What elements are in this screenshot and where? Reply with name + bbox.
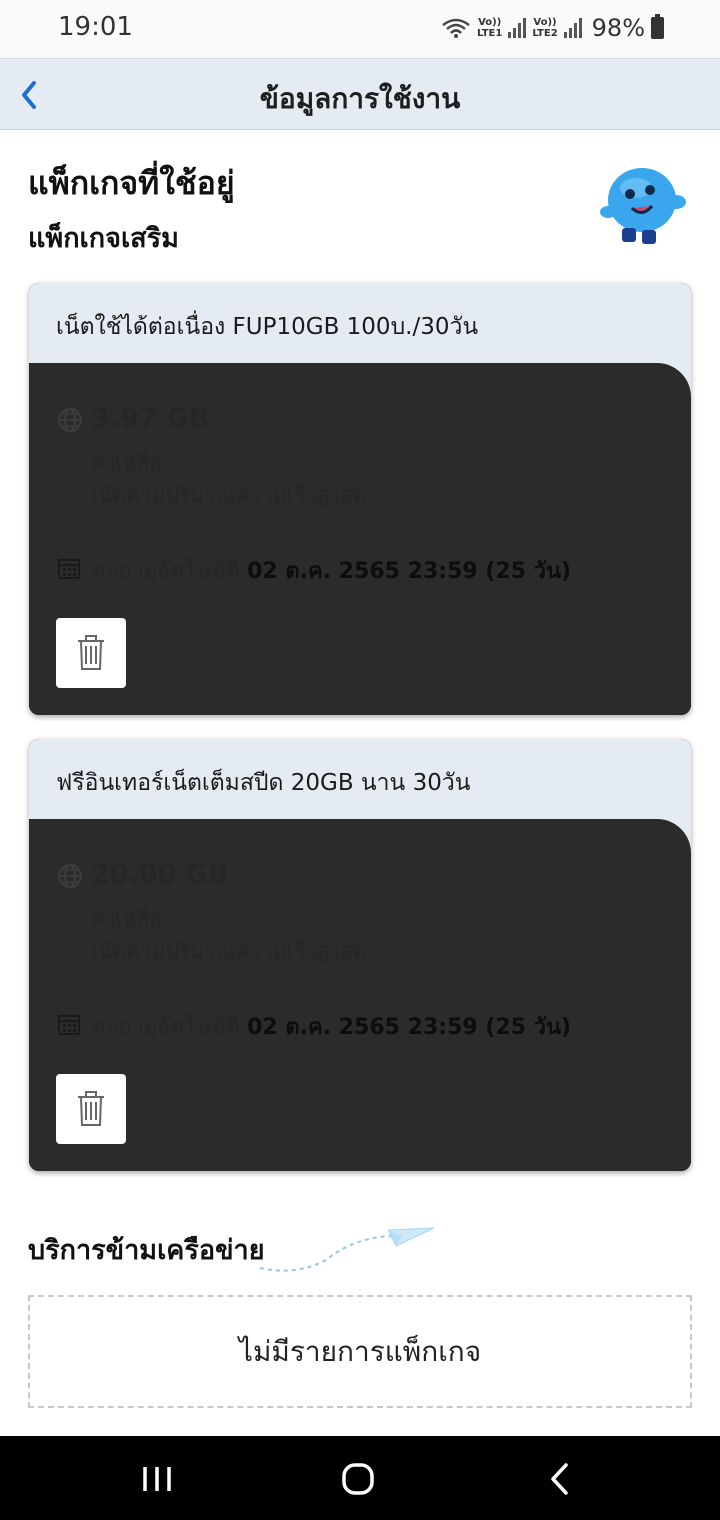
system-nav-bar <box>0 1436 720 1520</box>
sim1-label: Vo)) LTE1 <box>477 17 502 39</box>
globe-icon <box>58 408 82 432</box>
package-title: เน็ตใช้ได้ต่อเนื่อง FUP10GB 100บ./30วัน <box>56 314 479 340</box>
sim2-volte: Vo)) <box>533 17 557 28</box>
package-card-header: เน็ตใช้ได้ต่อเนื่อง FUP10GB 100บ./30วัน <box>29 283 691 363</box>
home-button[interactable] <box>333 1454 383 1504</box>
auto-renew-row: ต่ออายุอัตโนมัติ 02 ต.ค. 2565 23:59 (25 … <box>91 553 571 588</box>
data-remaining-label: คงเหลือ <box>91 907 162 931</box>
sim2-signal-icon <box>563 18 582 38</box>
sim1-volte: Vo)) <box>478 17 502 28</box>
auto-renew-row: ต่ออายุอัตโนมัติ 02 ต.ค. 2565 23:59 (25 … <box>91 1009 571 1044</box>
trash-icon <box>78 635 104 670</box>
paper-plane-icon <box>259 1227 435 1272</box>
trash-icon <box>78 1091 104 1126</box>
page-title: ข้อมูลการใช้งาน <box>259 82 461 115</box>
battery-icon <box>651 14 664 39</box>
auto-renew-date: 02 ต.ค. 2565 23:59 (25 วัน) <box>247 559 572 584</box>
delete-package-button[interactable] <box>56 618 126 688</box>
package-card-body: 3.97 GB คงเหลือ เน็ตตามปริมาณความเร็วสูง… <box>29 363 691 715</box>
sim2-label: Vo)) LTE2 <box>532 17 557 39</box>
auto-renew-label: ต่ออายุอัตโนมัติ <box>91 559 241 584</box>
app-header: ข้อมูลการใช้งาน <box>0 58 720 130</box>
data-description: เน็ตตามปริมาณความเร็วสูงสุด <box>91 939 367 963</box>
auto-renew-label: ต่ออายุอัตโนมัติ <box>91 1015 241 1040</box>
empty-message: ไม่มีรายการแพ็กเกจ <box>238 1334 482 1368</box>
wifi-icon <box>442 18 470 38</box>
data-description: เน็ตตามปริมาณความเร็วสูงสุด <box>91 483 367 507</box>
back-icon <box>551 1463 568 1495</box>
sim2-lte: LTE2 <box>532 28 558 39</box>
sim1-lte: LTE1 <box>477 28 503 39</box>
delete-package-button[interactable] <box>56 1074 126 1144</box>
sim1-signal-icon <box>508 18 527 38</box>
status-icons: Vo)) LTE1 Vo)) LTE2 98% <box>441 14 664 42</box>
status-time: 19:01 <box>58 12 133 42</box>
status-bar: 19:01 Vo)) LTE1 Vo)) LTE2 98% <box>0 0 720 58</box>
battery-percent: 98% <box>591 14 645 42</box>
package-card-header: ฟรีอินเทอร์เน็ตเต็มสปีด 20GB นาน 30วัน <box>29 739 691 819</box>
package-card-body: 20.00 GB คงเหลือ เน็ตตามปริมาณความเร็วสู… <box>29 819 691 1171</box>
addon-packages-heading: แพ็กเกจเสริม <box>28 223 179 254</box>
data-remaining-label: คงเหลือ <box>91 451 162 475</box>
recent-apps-button[interactable] <box>132 1454 182 1504</box>
data-remaining-amount: 3.97 GB <box>91 403 210 434</box>
active-packages-heading: แพ็กเกจที่ใช้อยู่ <box>28 164 235 202</box>
recent-apps-icon <box>143 1467 171 1491</box>
package-card: เน็ตใช้ได้ต่อเนื่อง FUP10GB 100บ./30วัน … <box>29 283 691 715</box>
mascot-icon <box>600 168 686 244</box>
data-remaining-amount: 20.00 GB <box>91 859 229 890</box>
system-back-button[interactable] <box>535 1454 585 1504</box>
package-card: ฟรีอินเทอร์เน็ตเต็มสปีด 20GB นาน 30วัน 2… <box>29 739 691 1171</box>
calendar-icon <box>58 1015 80 1035</box>
home-icon <box>342 1463 374 1495</box>
roaming-heading: บริการข้ามเครือข่าย <box>28 1235 265 1266</box>
package-title: ฟรีอินเทอร์เน็ตเต็มสปีด 20GB นาน 30วัน <box>56 770 471 796</box>
globe-icon <box>58 864 82 888</box>
roaming-empty-state: ไม่มีรายการแพ็กเกจ <box>28 1295 692 1408</box>
calendar-icon <box>58 559 80 579</box>
auto-renew-date: 02 ต.ค. 2565 23:59 (25 วัน) <box>247 1015 572 1040</box>
